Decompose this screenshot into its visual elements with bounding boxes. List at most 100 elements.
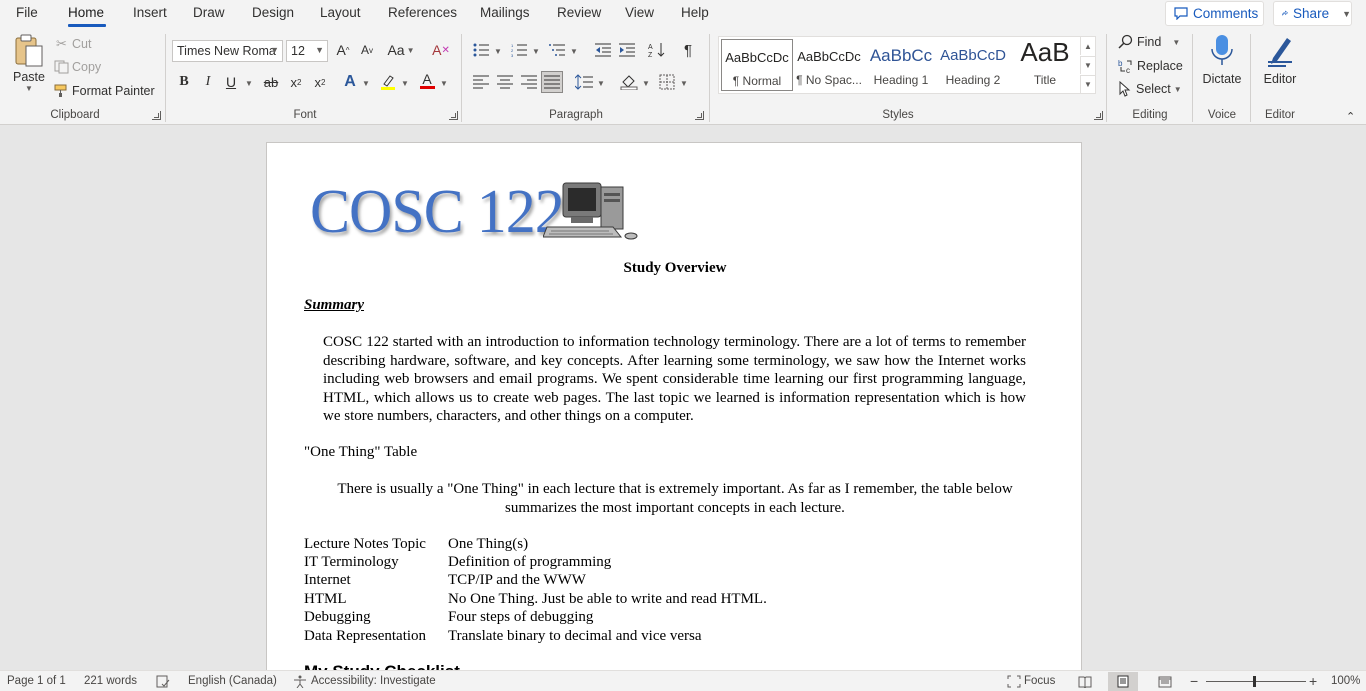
format-painter-button[interactable]: Format Painter (54, 84, 155, 98)
shrink-font-icon[interactable]: Av (356, 39, 378, 61)
cut-button[interactable]: ✂ Cut (56, 36, 91, 52)
tab-mailings[interactable]: Mailings (480, 5, 530, 20)
tab-file[interactable]: File (16, 5, 38, 20)
text-effects-icon[interactable]: A (339, 71, 361, 93)
comments-button[interactable]: Comments (1165, 1, 1264, 26)
decrease-indent-icon[interactable] (592, 39, 614, 61)
gallery-up-icon[interactable]: ▲ (1080, 37, 1095, 55)
strikethrough-icon[interactable]: ab (260, 71, 282, 93)
zoom-level[interactable]: 100% (1331, 675, 1360, 687)
zoom-in-icon[interactable]: + (1309, 673, 1317, 689)
line-spacing-icon[interactable] (573, 71, 595, 93)
document-page[interactable]: COSC 122 Study Overview Summary COSC 122… (266, 142, 1082, 682)
course-logo-text: COSC 122 (310, 176, 565, 246)
gallery-down-icon[interactable]: ▼ (1080, 56, 1095, 74)
select-dropdown-icon[interactable]: ▼ (1174, 85, 1182, 94)
editing-group-label: Editing (1132, 109, 1168, 121)
bullets-icon[interactable] (470, 39, 492, 61)
comment-icon (1174, 7, 1188, 20)
change-case-icon[interactable]: Aa ▼ (386, 39, 416, 61)
page-count[interactable]: Page 1 of 1 (7, 675, 66, 687)
tab-help[interactable]: Help (681, 5, 709, 20)
accessibility-status[interactable]: Accessibility: Investigate (311, 675, 436, 687)
text-effects-dropdown-icon[interactable]: ▼ (362, 79, 370, 88)
dictate-button[interactable]: Dictate (1200, 34, 1244, 86)
clipboard-launcher-icon[interactable] (152, 111, 161, 120)
tab-references[interactable]: References (388, 5, 457, 20)
font-color-icon[interactable]: A (416, 69, 438, 91)
tab-design[interactable]: Design (252, 5, 294, 20)
sort-icon[interactable]: AZ (646, 39, 668, 61)
font-launcher-icon[interactable] (449, 111, 458, 120)
accessibility-icon (294, 675, 306, 688)
tab-view[interactable]: View (625, 5, 654, 20)
table-cell: Debugging (304, 609, 371, 625)
highlight-icon[interactable] (377, 71, 399, 93)
font-name-combo[interactable]: Times New Roma ▼ (172, 40, 283, 62)
tab-review[interactable]: Review (557, 5, 601, 20)
editor-button[interactable]: Editor (1260, 34, 1300, 86)
replace-button[interactable]: bc Replace (1118, 58, 1183, 74)
bold-icon[interactable]: B (173, 71, 195, 93)
word-count[interactable]: 221 words (84, 675, 137, 687)
zoom-out-icon[interactable]: − (1190, 673, 1198, 689)
zoom-slider-thumb[interactable] (1253, 676, 1256, 687)
tab-layout[interactable]: Layout (320, 5, 361, 20)
style-normal[interactable]: AaBbCcDc ¶ Normal (721, 39, 793, 91)
zoom-slider[interactable] (1206, 681, 1306, 682)
find-button[interactable]: Find ▼ (1118, 34, 1180, 50)
paragraph-launcher-icon[interactable] (695, 111, 704, 120)
table-cell: Data Representation (304, 628, 427, 644)
clear-formatting-icon[interactable]: A ✕ (430, 39, 452, 61)
subscript-icon[interactable]: x2 (285, 71, 307, 93)
paste-button[interactable]: Paste ▼ (12, 34, 46, 96)
multilevel-list-icon[interactable] (546, 39, 568, 61)
justify-icon[interactable] (541, 71, 563, 93)
gallery-more-icon[interactable]: ▼ (1080, 75, 1095, 93)
font-size-combo[interactable]: 12 ▼ (286, 40, 328, 62)
line-spacing-dropdown-icon[interactable]: ▼ (597, 79, 605, 88)
tab-home[interactable]: Home (68, 5, 104, 20)
focus-mode-button[interactable]: Focus (1024, 675, 1055, 687)
print-layout-icon[interactable] (1108, 672, 1138, 691)
proofing-icon[interactable] (156, 675, 170, 688)
share-button[interactable]: Share ▼ (1273, 1, 1352, 26)
borders-icon[interactable] (656, 71, 678, 93)
style-title[interactable]: AaB Title (1009, 37, 1081, 91)
align-center-icon[interactable] (494, 71, 516, 93)
select-button[interactable]: Select ▼ (1118, 81, 1182, 97)
web-layout-icon[interactable] (1150, 672, 1180, 691)
borders-dropdown-icon[interactable]: ▼ (680, 79, 688, 88)
numbering-icon[interactable]: 123 (508, 39, 530, 61)
bullets-dropdown-icon[interactable]: ▼ (494, 47, 502, 56)
multilevel-dropdown-icon[interactable]: ▼ (570, 47, 578, 56)
underline-dropdown-icon[interactable]: ▼ (245, 79, 253, 88)
copy-button[interactable]: Copy (54, 60, 101, 74)
align-left-icon[interactable] (470, 71, 492, 93)
tab-insert[interactable]: Insert (133, 5, 167, 20)
style-heading-2[interactable]: AaBbCcD Heading 2 (937, 39, 1009, 91)
align-right-icon[interactable] (518, 71, 540, 93)
numbering-dropdown-icon[interactable]: ▼ (532, 47, 540, 56)
highlight-dropdown-icon[interactable]: ▼ (401, 79, 409, 88)
superscript-icon[interactable]: x2 (309, 71, 331, 93)
tab-draw[interactable]: Draw (193, 5, 225, 20)
read-mode-icon[interactable] (1070, 672, 1100, 691)
italic-icon[interactable]: I (197, 71, 219, 93)
underline-icon[interactable]: U (220, 71, 242, 93)
language-status[interactable]: English (Canada) (188, 675, 277, 687)
paste-icon (15, 34, 43, 67)
style-no-spacing[interactable]: AaBbCcDc ¶ No Spac... (793, 39, 865, 91)
find-dropdown-icon[interactable]: ▼ (1172, 38, 1180, 47)
paste-dropdown-icon[interactable]: ▼ (25, 84, 33, 93)
style-heading-1[interactable]: AaBbCc Heading 1 (865, 39, 937, 91)
increase-indent-icon[interactable] (616, 39, 638, 61)
share-dropdown-icon[interactable]: ▼ (1342, 9, 1351, 19)
collapse-ribbon-icon[interactable]: ⌃ (1346, 110, 1355, 123)
font-color-dropdown-icon[interactable]: ▼ (440, 79, 448, 88)
styles-launcher-icon[interactable] (1094, 111, 1103, 120)
shading-dropdown-icon[interactable]: ▼ (642, 79, 650, 88)
grow-font-icon[interactable]: A ^ (332, 39, 354, 61)
shading-icon[interactable] (618, 71, 640, 93)
show-formatting-marks-icon[interactable]: ¶ (677, 39, 699, 61)
